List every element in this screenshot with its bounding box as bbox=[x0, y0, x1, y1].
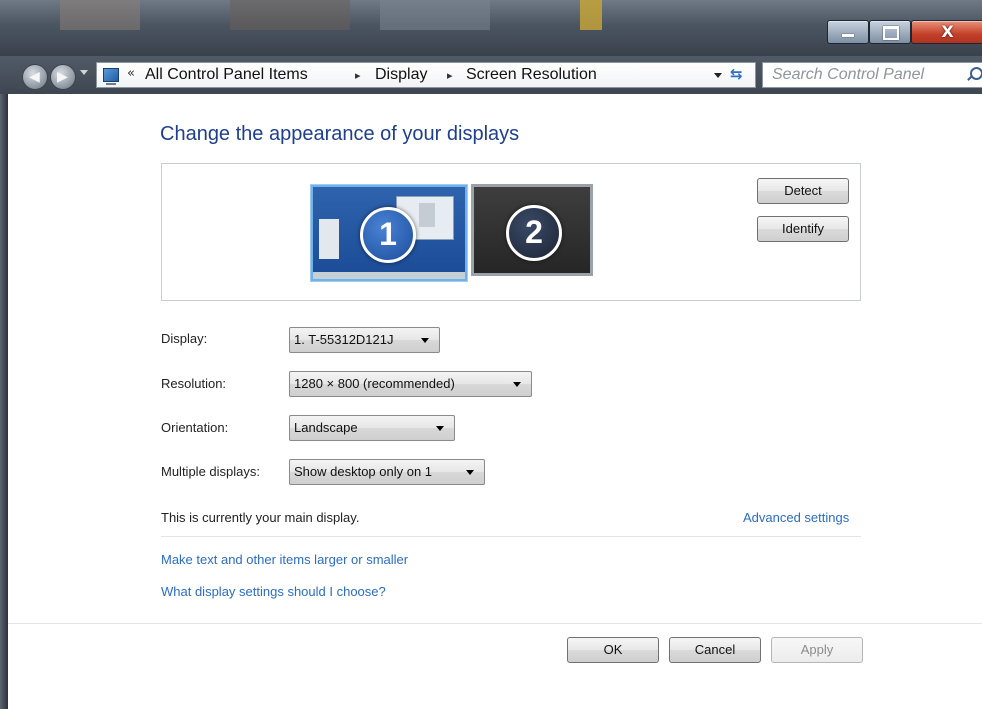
window-title-bar[interactable]: X bbox=[0, 0, 982, 56]
main-display-status: This is currently your main display. bbox=[161, 510, 360, 525]
breadcrumb-separator-icon[interactable]: ▸ bbox=[447, 69, 453, 82]
minimize-button[interactable] bbox=[827, 20, 869, 44]
refresh-icon[interactable]: ⇆ bbox=[730, 65, 743, 83]
breadcrumb-all-control-panel-items[interactable]: All Control Panel Items bbox=[145, 66, 308, 84]
breadcrumb-overflow-icon[interactable]: « bbox=[127, 66, 135, 81]
monitor-preview-taskbar bbox=[313, 272, 465, 279]
display-label: Display: bbox=[161, 331, 208, 346]
monitor-2-number: 2 bbox=[506, 205, 562, 261]
page-title: Change the appearance of your displays bbox=[160, 123, 520, 145]
address-dropdown-icon[interactable] bbox=[714, 73, 722, 78]
close-button[interactable]: X bbox=[911, 20, 982, 44]
monitor-arrangement-panel: 1 2 Detect Identify bbox=[161, 163, 861, 301]
title-bar-decoration bbox=[230, 0, 350, 30]
display-help-link[interactable]: What display settings should I choose? bbox=[161, 584, 386, 599]
forward-arrow-icon: ▶ bbox=[57, 69, 68, 85]
resolution-select[interactable]: 1280 × 800 (recommended) bbox=[289, 371, 532, 397]
forward-button[interactable]: ▶ bbox=[50, 64, 76, 90]
orientation-select[interactable]: Landscape bbox=[289, 415, 455, 441]
display-select-value: 1. T-55312D121J bbox=[294, 332, 394, 347]
orientation-label: Orientation: bbox=[161, 420, 229, 435]
breadcrumb-separator-icon[interactable]: ▸ bbox=[355, 69, 361, 82]
maximize-button[interactable] bbox=[869, 20, 911, 44]
display-select[interactable]: 1. T-55312D121J bbox=[289, 327, 440, 353]
maximize-icon bbox=[883, 26, 899, 40]
multiple-displays-label: Multiple displays: bbox=[161, 464, 260, 479]
monitor-1-tile[interactable]: 1 bbox=[311, 185, 467, 281]
chevron-down-icon bbox=[466, 470, 474, 475]
title-bar-decoration bbox=[580, 0, 602, 30]
minimize-icon bbox=[842, 34, 854, 37]
title-bar-decoration bbox=[60, 0, 140, 30]
content-area: Change the appearance of your displays 1… bbox=[8, 94, 982, 709]
monitor-preview-panel bbox=[319, 219, 339, 259]
title-bar-decoration bbox=[380, 0, 490, 30]
detect-button[interactable]: Detect bbox=[757, 178, 849, 204]
address-bar[interactable]: « All Control Panel Items ▸ Display ▸ Sc… bbox=[96, 62, 756, 88]
cancel-button[interactable]: Cancel bbox=[669, 637, 761, 663]
back-arrow-icon: ◀ bbox=[29, 69, 40, 85]
identify-button[interactable]: Identify bbox=[757, 216, 849, 242]
back-button[interactable]: ◀ bbox=[22, 64, 48, 90]
control-panel-icon bbox=[103, 68, 119, 85]
apply-button[interactable]: Apply bbox=[771, 637, 863, 663]
search-placeholder: Search Control Panel bbox=[772, 66, 925, 83]
recent-pages-dropdown-icon[interactable] bbox=[80, 70, 88, 75]
section-divider bbox=[161, 536, 861, 537]
multiple-displays-select[interactable]: Show desktop only on 1 bbox=[289, 459, 485, 485]
resolution-label: Resolution: bbox=[161, 376, 227, 391]
breadcrumb-screen-resolution[interactable]: Screen Resolution bbox=[466, 66, 597, 84]
search-input[interactable]: Search Control Panel bbox=[762, 62, 982, 88]
monitor-1-number: 1 bbox=[360, 207, 416, 263]
text-size-link[interactable]: Make text and other items larger or smal… bbox=[161, 552, 408, 567]
navigation-bar: ◀ ▶ « All Control Panel Items ▸ Display … bbox=[0, 56, 982, 94]
chevron-down-icon bbox=[421, 338, 429, 343]
breadcrumb-display[interactable]: Display bbox=[375, 66, 427, 84]
close-icon: X bbox=[941, 22, 954, 41]
orientation-select-value: Landscape bbox=[294, 420, 358, 435]
multiple-displays-select-value: Show desktop only on 1 bbox=[294, 464, 433, 479]
resolution-select-value: 1280 × 800 (recommended) bbox=[294, 376, 455, 391]
footer-divider bbox=[8, 623, 982, 624]
ok-button[interactable]: OK bbox=[567, 637, 659, 663]
chevron-down-icon bbox=[513, 382, 521, 387]
advanced-settings-link[interactable]: Advanced settings bbox=[743, 510, 849, 525]
window-frame-edge bbox=[0, 94, 8, 709]
monitor-2-tile[interactable]: 2 bbox=[471, 184, 593, 276]
search-icon[interactable] bbox=[970, 67, 982, 80]
chevron-down-icon bbox=[436, 426, 444, 431]
